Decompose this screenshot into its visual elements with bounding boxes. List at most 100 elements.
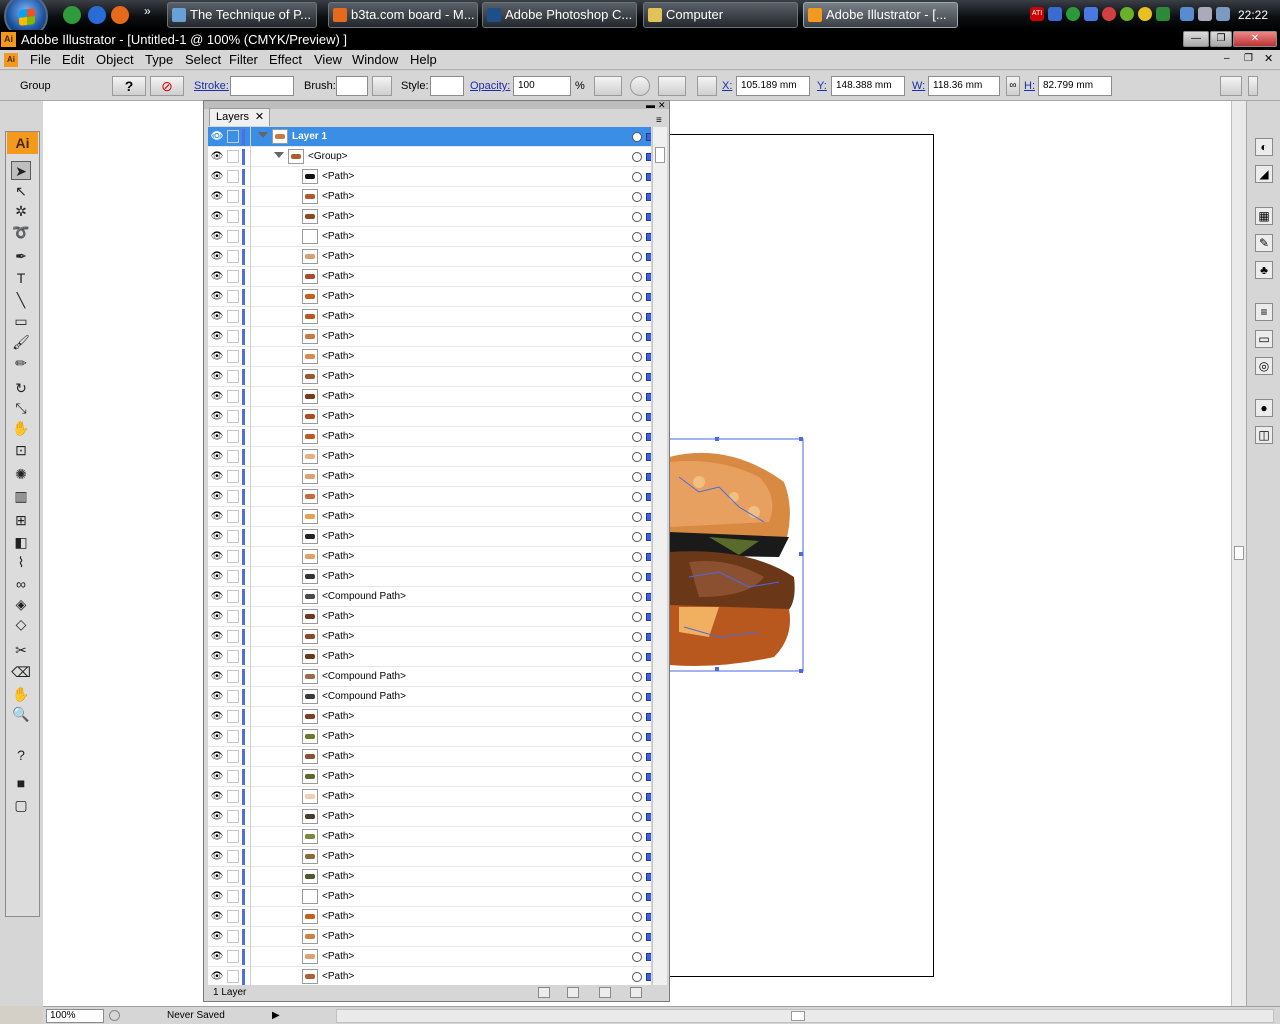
visibility-eye-icon[interactable]: 👁 [210,190,224,203]
x-position-field[interactable]: 105.189 mm [736,76,810,96]
lock-toggle[interactable] [227,390,239,403]
target-circle-icon[interactable] [632,332,642,342]
target-circle-icon[interactable] [632,872,642,882]
path-row[interactable]: 👁 <Path> [208,707,651,727]
volume-icon[interactable] [1198,7,1212,21]
gradient-icon[interactable]: ◧ [11,533,31,552]
target-circle-icon[interactable] [632,812,642,822]
path-row[interactable]: 👁 <Path> [208,827,651,847]
update-tray-icon[interactable] [1066,7,1080,21]
doc-restore-icon[interactable]: ❐ [1244,53,1256,65]
path-row[interactable]: 👁 <Path> [208,167,651,187]
type-icon[interactable]: T [11,269,31,288]
taskbar-button[interactable]: b3ta.com board - M... [328,2,478,28]
safely-remove-tray-icon[interactable] [1156,7,1170,21]
selection-indicator[interactable] [646,133,651,141]
vertical-scroll-thumb[interactable] [1234,546,1244,560]
selection-indicator[interactable] [646,573,651,581]
visibility-eye-icon[interactable]: 👁 [210,650,224,663]
selection-indicator[interactable] [646,833,651,841]
visibility-eye-icon[interactable]: 👁 [210,230,224,243]
minimize-button[interactable]: — [1183,31,1209,47]
menu-effect[interactable]: Effect [269,52,302,67]
lock-toggle[interactable] [227,510,239,523]
live-paint-selection-icon[interactable]: ◇ [11,615,31,634]
close-button[interactable]: ✕ [1233,31,1277,47]
lock-toggle[interactable] [227,810,239,823]
visibility-eye-icon[interactable]: 👁 [210,630,224,643]
menu-file[interactable]: File [30,52,51,67]
constrain-proportions-icon[interactable]: ∞ [1006,76,1020,96]
target-circle-icon[interactable] [632,572,642,582]
network-connection-icon[interactable] [1180,7,1194,21]
lock-toggle[interactable] [227,170,239,183]
visibility-eye-icon[interactable]: 👁 [210,950,224,963]
visibility-eye-icon[interactable]: 👁 [210,250,224,263]
path-row[interactable]: 👁 <Path> [208,387,651,407]
visibility-eye-icon[interactable]: 👁 [210,170,224,183]
height-field[interactable]: 82.799 mm [1038,76,1112,96]
paintbrush-icon[interactable]: 🖌 [11,333,31,352]
target-circle-icon[interactable] [632,212,642,222]
path-row[interactable]: 👁 <Path> [208,527,651,547]
opacity-label[interactable]: Opacity: [470,80,510,92]
symbol-sprayer-icon[interactable]: ✺ [11,465,31,484]
selection-indicator[interactable] [646,753,651,761]
zoom-level-field[interactable]: 100% [46,1009,104,1023]
path-row[interactable]: 👁 <Path> [208,907,651,927]
delete-layer-icon[interactable] [630,987,642,998]
selection-indicator[interactable] [646,913,651,921]
lock-toggle[interactable] [227,550,239,563]
selection-indicator[interactable] [646,533,651,541]
visibility-eye-icon[interactable]: 👁 [210,910,224,923]
target-circle-icon[interactable] [632,232,642,242]
target-circle-icon[interactable] [632,352,642,362]
visibility-eye-icon[interactable]: 👁 [210,830,224,843]
firefox-icon[interactable] [111,6,129,24]
appearance-panel-icon[interactable]: ● [1255,399,1273,417]
target-circle-icon[interactable] [632,852,642,862]
selection-indicator[interactable] [646,333,651,341]
visibility-eye-icon[interactable]: 👁 [210,350,224,363]
visibility-eye-icon[interactable]: 👁 [210,270,224,283]
selection-indicator[interactable] [646,453,651,461]
lock-toggle[interactable] [227,790,239,803]
path-row[interactable]: 👁 <Path> [208,467,651,487]
selection-indicator[interactable] [646,433,651,441]
path-row[interactable]: 👁 <Path> [208,627,651,647]
selection-indicator[interactable] [646,873,651,881]
taskbar-button[interactable]: The Technique of P... [167,2,317,28]
selection-indicator[interactable] [646,553,651,561]
rectangle-icon[interactable]: ▭ [11,312,31,331]
selection-indicator[interactable] [646,233,651,241]
target-circle-icon[interactable] [632,512,642,522]
selection-indicator[interactable] [646,733,651,741]
target-circle-icon[interactable] [632,932,642,942]
menu-object[interactable]: Object [96,52,134,67]
target-circle-icon[interactable] [632,612,642,622]
path-row[interactable]: 👁 <Path> [208,267,651,287]
visibility-eye-icon[interactable]: 👁 [210,430,224,443]
selection-indicator[interactable] [646,153,651,161]
lock-toggle[interactable] [227,350,239,363]
stroke-weight-field[interactable] [230,76,294,96]
lock-toggle[interactable] [227,410,239,423]
mesh-icon[interactable]: ⊞ [11,511,31,530]
lock-toggle[interactable] [227,210,239,223]
display-tray-icon[interactable] [1084,7,1098,21]
lock-toggle[interactable] [227,630,239,643]
menu-window[interactable]: Window [352,52,398,67]
lock-toggle[interactable] [227,130,239,143]
menu-filter[interactable]: Filter [229,52,258,67]
transparency-panel-icon[interactable]: ◎ [1255,357,1273,375]
control-panel-menu-icon[interactable] [1248,76,1258,96]
lock-toggle[interactable] [227,730,239,743]
selection-indicator[interactable] [646,353,651,361]
lock-toggle[interactable] [227,190,239,203]
target-circle-icon[interactable] [632,172,642,182]
visibility-eye-icon[interactable]: 👁 [210,530,224,543]
selection-icon[interactable]: ➤ [11,161,31,180]
swatches-panel-icon[interactable]: ▦ [1255,207,1273,225]
bridge-icon[interactable] [1220,76,1242,96]
magic-wand-icon[interactable]: ✲ [11,202,31,221]
